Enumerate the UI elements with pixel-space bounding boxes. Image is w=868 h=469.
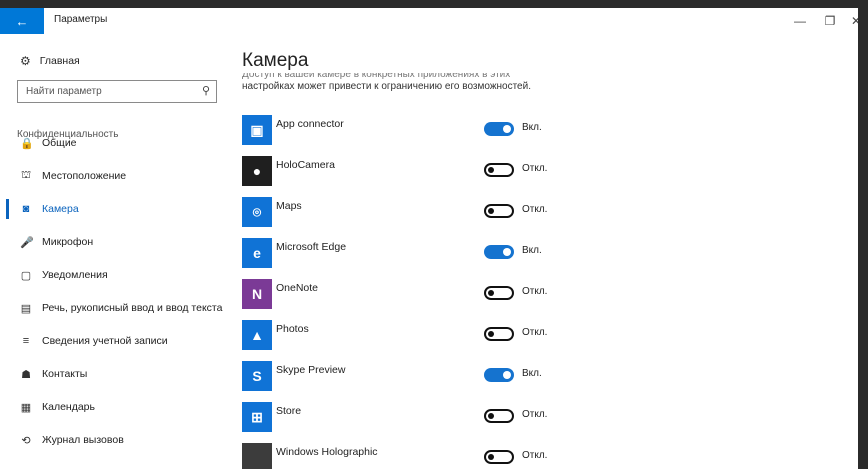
sidebar-item-label: Общие [42,137,77,149]
app-row: ⌾ Maps Откл. [242,197,842,227]
sidebar-item[interactable]: ◙ Камера [20,199,79,219]
sidebar-item-label: Календарь [42,401,95,413]
camera-access-toggle[interactable] [484,122,514,136]
camera-access-toggle[interactable] [484,286,514,300]
location-person-icon: ⛫ [20,169,32,181]
microphone-icon: 🎤 [20,236,34,249]
sidebar-item[interactable]: 🎤 Микрофон [20,232,93,252]
app-row: S Skype Preview Вкл. [242,361,842,391]
app-row: ▣ App connector Вкл. [242,115,842,145]
store-icon: ⊞ [242,402,272,432]
camera-access-toggle[interactable] [484,368,514,382]
lock-icon: 🔒 [20,137,34,150]
sidebar-item-label: Речь, рукописный ввод и ввод текста [42,302,223,314]
app-name: Skype Preview [276,364,346,376]
sidebar-item-label: Журнал вызовов [42,434,124,446]
toggle-state-label: Откл. [522,409,548,420]
holocamera-icon: ● [242,156,272,186]
contacts-icon: ☗ [21,368,31,381]
toggle-state-label: Вкл. [522,368,542,379]
search-placeholder: Найти параметр [26,86,102,97]
search-icon[interactable]: ⚲ [202,84,210,97]
photos-icon: ▲ [242,320,272,350]
sidebar-item-label: Уведомления [42,269,108,281]
nav-home[interactable]: ⚙ Главная [20,54,80,68]
description: настройках может привести к ограничению … [242,81,531,92]
sidebar-item[interactable]: ⟲ Журнал вызовов [20,430,124,450]
toggle-state-label: Вкл. [522,122,542,133]
maps-icon: ⌾ [242,197,272,227]
app-name: OneNote [276,282,319,294]
toggle-state-label: Откл. [522,450,548,461]
app-name: Store [276,405,302,417]
toggle-state-label: Откл. [522,163,548,174]
calendar-icon: ▦ [20,401,32,414]
active-indicator [6,199,9,219]
sidebar-item[interactable]: ▦ Календарь [20,397,95,417]
description-cut: Доступ к вашей камере в конкретных прило… [242,73,511,79]
app-row: ▲ Photos Откл. [242,320,842,350]
app-row: Windows Holographic Откл. [242,443,842,469]
camera-access-toggle[interactable] [484,327,514,341]
onenote-icon: N [242,279,272,309]
sidebar-item[interactable]: 🔒 Общие [20,133,77,153]
close-button[interactable]: ✕ [842,11,858,31]
app-row: N OneNote Откл. [242,279,842,309]
sidebar-item-label: Микрофон [42,236,94,248]
close-icon: ✕ [850,14,858,28]
sidebar-item-label: Сведения учетной записи [42,335,168,347]
toggle-state-label: Откл. [522,286,548,297]
camera-access-toggle[interactable] [484,163,514,177]
windows-holographic-icon [242,443,272,469]
app-row: ⊞ Store Откл. [242,402,842,432]
app-name: Windows Holographic [276,446,378,458]
sidebar-item-label: Камера [42,203,79,215]
sidebar-item[interactable]: ☗ Контакты [20,364,87,384]
toggle-state-label: Откл. [522,327,548,338]
settings-window: ← Параметры — ❐ ✕ ⚙ Главная Найти параме… [0,8,858,469]
camera-access-toggle[interactable] [484,450,514,464]
notification-icon: ▢ [20,269,32,282]
sidebar-item-label: Местоположение [42,170,127,182]
toggle-state-label: Вкл. [522,245,542,256]
app-name: Microsoft Edge [276,241,347,253]
sidebar-item[interactable]: ≡ Сведения учетной записи [20,331,168,351]
camera-access-toggle[interactable] [484,204,514,218]
edge-icon: e [242,238,272,268]
skype-icon: S [242,361,272,391]
clipboard-icon: ▤ [20,302,32,315]
call-history-icon: ⟲ [21,434,31,447]
gear-icon: ⚙ [20,54,31,68]
app-name: Maps [276,200,302,212]
back-button[interactable]: ← [0,8,44,34]
back-arrow-icon: ← [15,13,29,29]
sidebar-item[interactable]: ▤ Речь, рукописный ввод и ввод текста [20,298,223,318]
sidebar-item[interactable]: ▢ Уведомления [20,265,108,285]
camera-access-toggle[interactable] [484,409,514,423]
main-content: Камера Доступ к вашей камере в конкретны… [242,34,842,469]
account-info-icon: ≡ [22,335,30,347]
sidebar: ⚙ Главная Найти параметр ⚲ Конфиденциаль… [0,34,235,469]
toggle-state-label: Откл. [522,204,548,215]
app-row: e Microsoft Edge Вкл. [242,238,842,268]
app-name: Photos [276,323,309,335]
restore-icon: ❐ [824,14,836,28]
sidebar-item[interactable]: ⛫ Местоположение [20,166,126,186]
search-input[interactable]: Найти параметр ⚲ [17,80,217,103]
app-row: ● HoloCamera Откл. [242,156,842,186]
app-connector-icon: ▣ [242,115,272,145]
camera-access-toggle[interactable] [484,245,514,259]
window-title: Параметры [54,14,108,25]
minimize-button[interactable]: — [786,11,814,31]
app-name: HoloCamera [276,159,335,171]
title-bar: ← Параметры — ❐ ✕ [0,8,858,34]
minimize-icon: — [794,14,806,28]
page-title: Камера [242,50,309,71]
restore-button[interactable]: ❐ [816,11,844,31]
camera-icon: ◙ [22,203,30,215]
nav-home-label: Главная [39,55,80,67]
app-name: App connector [276,118,344,130]
sidebar-item-label: Контакты [42,368,88,380]
